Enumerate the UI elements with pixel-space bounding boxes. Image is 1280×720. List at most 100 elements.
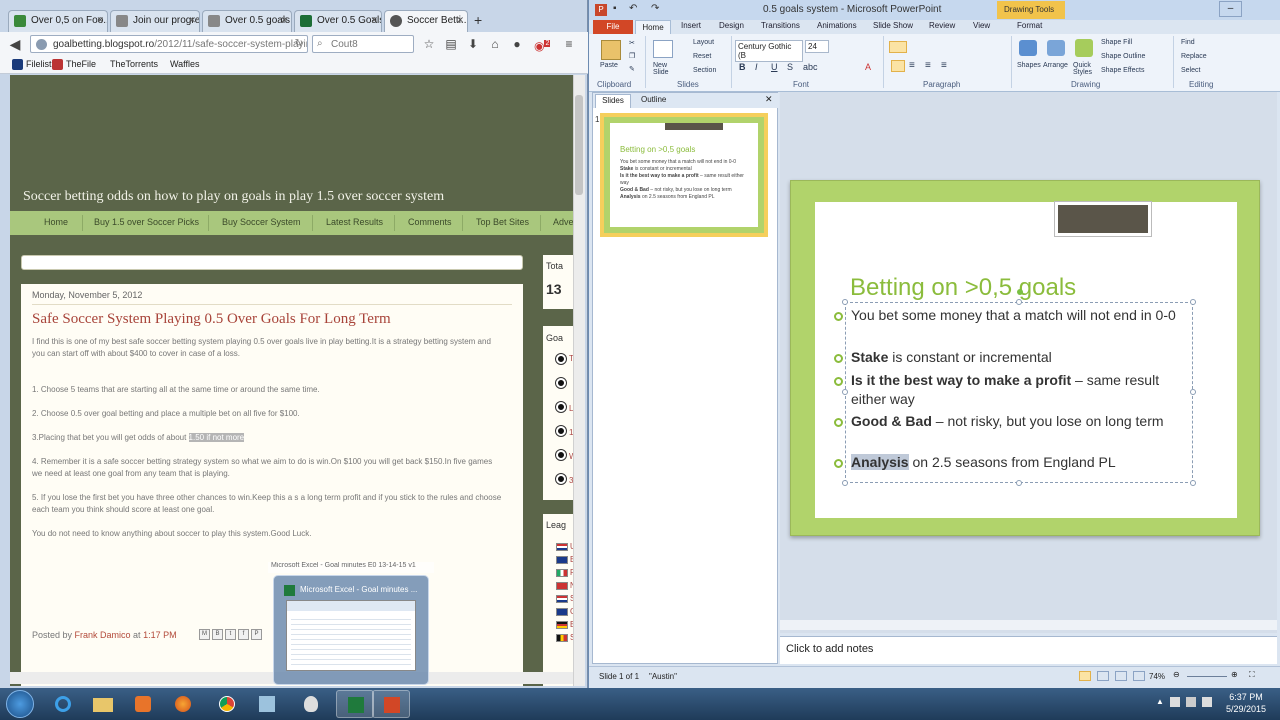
arrange-button[interactable]: Arrange [1043, 62, 1068, 69]
slide-thumbnail[interactable]: Betting on >0,5 goals You bet some money… [600, 113, 768, 237]
bookmarks-menu-icon[interactable]: ▤ [444, 37, 458, 51]
cut-icon[interactable]: ✂ [629, 39, 635, 47]
addon-icon[interactable]: ◉2 [534, 37, 551, 53]
strikethrough-icon[interactable]: abc [803, 62, 818, 72]
align-right-icon[interactable]: ≡ [925, 60, 931, 71]
volume-icon[interactable] [1202, 697, 1212, 707]
find-button[interactable]: Find [1181, 39, 1195, 46]
zoom-slider[interactable] [1187, 676, 1227, 677]
reading-view-icon[interactable] [1115, 671, 1127, 681]
zoom-in-icon[interactable]: ⊕ [1231, 670, 1238, 679]
bookmark-thefile[interactable]: TheFile [52, 59, 96, 70]
alien-app-icon[interactable] [292, 690, 330, 718]
close-icon[interactable]: ✕ [456, 15, 464, 26]
highlighted-text[interactable]: 1.50 if not more [188, 433, 245, 442]
chat-icon[interactable]: ● [510, 37, 524, 51]
search-box[interactable] [21, 255, 523, 270]
bookmark-filelist[interactable]: Filelist [12, 59, 52, 70]
start-button[interactable] [6, 690, 34, 718]
show-hidden-icons[interactable]: ▲ [1156, 697, 1164, 706]
paste-label[interactable]: Paste [600, 62, 618, 69]
resize-handle[interactable] [1016, 299, 1022, 305]
new-slide-icon[interactable] [653, 40, 673, 58]
align-center-icon[interactable]: ≡ [909, 60, 915, 71]
browser-tab-3[interactable]: Over 0.5 goals (...✕ [202, 10, 292, 32]
menu-buy-system[interactable]: Buy Soccer System [222, 217, 301, 227]
replace-button[interactable]: Replace [1181, 53, 1207, 60]
browser-tab-2[interactable]: Join our progres...✕ [110, 10, 200, 32]
undo-icon[interactable]: ↶ [629, 3, 637, 14]
search-input[interactable]: ⌕ Cout8 [312, 35, 414, 53]
layout-button[interactable]: Layout [693, 39, 714, 46]
firefox-icon[interactable] [164, 690, 202, 718]
minimize-button[interactable]: – [1219, 1, 1242, 17]
tab-file[interactable]: File [593, 20, 633, 34]
media-player-icon[interactable] [124, 690, 162, 718]
shape-effects-button[interactable]: Shape Effects [1101, 67, 1144, 74]
close-icon[interactable]: ✕ [280, 15, 288, 26]
file-explorer-icon[interactable] [84, 690, 122, 718]
powerpoint-taskbar-button[interactable] [372, 690, 410, 718]
italic-icon[interactable]: I [755, 62, 758, 72]
excel-taskbar-button[interactable] [336, 690, 374, 718]
shapes-icon[interactable] [1019, 40, 1037, 56]
resize-handle[interactable] [842, 480, 848, 486]
slide-bullet-1[interactable]: You bet some money that a match will not… [834, 306, 1181, 325]
underline-icon[interactable]: U [771, 62, 778, 72]
resize-handle[interactable] [1016, 480, 1022, 486]
slide-canvas[interactable]: Betting on >0,5 goals You bet some money… [790, 180, 1260, 536]
sorter-view-icon[interactable] [1097, 671, 1109, 681]
slide-bullet-3[interactable]: Is it the best way to make a profit – sa… [834, 371, 1181, 409]
arrange-icon[interactable] [1047, 40, 1065, 56]
fit-slide-icon[interactable]: ⛶ [1249, 670, 1255, 680]
scrollbar-thumb[interactable] [575, 95, 583, 195]
network-icon[interactable] [1170, 697, 1180, 707]
paste-icon[interactable] [601, 40, 621, 60]
tab-home[interactable]: Home [635, 20, 671, 34]
shape-outline-button[interactable]: Shape Outline [1101, 53, 1145, 60]
bullets-icon[interactable] [889, 41, 907, 53]
chrome-icon[interactable] [208, 690, 246, 718]
slide-title[interactable]: Betting on >0,5 goals [850, 274, 1076, 302]
menu-advertise[interactable]: Adve [553, 217, 573, 227]
select-button[interactable]: Select [1181, 67, 1200, 74]
resize-handle[interactable] [842, 389, 848, 395]
bookmark-star-icon[interactable]: ☆ [422, 37, 436, 51]
tablet-icon[interactable] [248, 690, 286, 718]
selected-text[interactable]: Analysis [851, 454, 909, 470]
new-tab-button[interactable]: + [474, 12, 482, 28]
menu-comments[interactable]: Comments [408, 217, 452, 227]
font-name-select[interactable]: Century Gothic (B [735, 40, 803, 62]
excel-taskbar-preview[interactable]: Microsoft Excel - Goal minutes ... [273, 575, 429, 685]
shapes-button[interactable]: Shapes [1017, 62, 1041, 69]
slide-bullet-4[interactable]: Good & Bad – not risky, but you lose on … [834, 412, 1181, 431]
bold-icon[interactable]: B [739, 62, 746, 72]
tab-outline[interactable]: Outline [641, 95, 666, 104]
resize-handle[interactable] [1190, 480, 1196, 486]
menu-latest-results[interactable]: Latest Results [326, 217, 383, 227]
menu-home[interactable]: Home [44, 217, 68, 227]
zoom-out-icon[interactable]: ⊖ [1173, 670, 1180, 679]
home-icon[interactable]: ⌂ [488, 37, 502, 51]
flag-tray-icon[interactable] [1186, 697, 1196, 707]
resize-handle[interactable] [842, 299, 848, 305]
url-bar[interactable]: goalbetting.blogspot.ro/2012/11/safe-soc… [30, 35, 308, 53]
section-button[interactable]: Section [693, 67, 716, 74]
menu-top-bet-sites[interactable]: Top Bet Sites [476, 217, 529, 227]
reset-button[interactable]: Reset [693, 53, 711, 60]
tab-design[interactable]: Design [719, 21, 744, 30]
font-color-icon[interactable]: A [865, 62, 871, 72]
slideshow-view-icon[interactable] [1133, 671, 1145, 681]
tab-format[interactable]: Format [1017, 21, 1042, 30]
zoom-level[interactable]: 74% [1149, 672, 1165, 681]
tab-insert[interactable]: Insert [681, 21, 701, 30]
new-slide-button[interactable]: New Slide [653, 62, 679, 76]
align-left-icon[interactable] [891, 60, 905, 72]
menu-buy-picks[interactable]: Buy 1.5 over Soccer Picks [94, 217, 199, 227]
slide-bullet-5[interactable]: Analysis on 2.5 seasons from England PL [834, 453, 1181, 472]
internet-explorer-icon[interactable] [44, 690, 82, 718]
quick-styles-icon[interactable] [1075, 39, 1093, 57]
format-painter-icon[interactable]: ✎ [629, 65, 635, 73]
browser-tab-4[interactable]: Over 0.5 Goals P...✕ [294, 10, 382, 32]
close-pane-icon[interactable]: ✕ [765, 94, 773, 105]
